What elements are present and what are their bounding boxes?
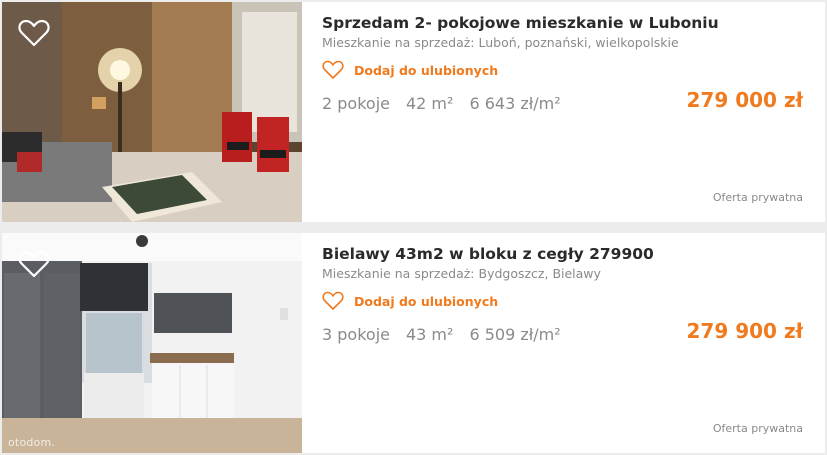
add-to-favorites-button[interactable]: Dodaj do ulubionych (322, 60, 803, 80)
listing-title[interactable]: Bielawy 43m2 w bloku z cegły 279900 (322, 245, 803, 263)
listing-price: 279 900 zł (686, 319, 803, 343)
listing-photo[interactable]: otodom. (2, 233, 302, 453)
listing-photo[interactable] (2, 2, 302, 222)
listing-card[interactable]: otodom. Bielawy 43m2 w bloku z cegły 279… (2, 233, 825, 453)
rooms-count: 2 pokoje (322, 94, 390, 113)
listing-title[interactable]: Sprzedam 2- pokojowe mieszkanie w Luboni… (322, 14, 803, 32)
area-value: 42 m² (405, 94, 454, 113)
area-value: 43 m² (405, 325, 454, 344)
listing-card[interactable]: Sprzedam 2- pokojowe mieszkanie w Luboni… (2, 2, 825, 222)
seller-type: Oferta prywatna (712, 422, 803, 435)
listing-info: Sprzedam 2- pokojowe mieszkanie w Luboni… (302, 2, 825, 222)
heart-icon[interactable] (18, 18, 50, 48)
photo-watermark: otodom. (8, 436, 56, 449)
listing-location: Mieszkanie na sprzedaż: Bydgoszcz, Biela… (322, 266, 601, 281)
heart-icon (322, 291, 344, 310)
listing-price: 279 000 zł (686, 88, 803, 112)
rooms-count: 3 pokoje (322, 325, 390, 344)
seller-type: Oferta prywatna (712, 191, 803, 204)
heart-icon[interactable] (18, 249, 50, 279)
add-to-favorites-label: Dodaj do ulubionych (354, 62, 499, 78)
listing-location: Mieszkanie na sprzedaż: Luboń, poznański… (322, 35, 679, 50)
heart-icon (322, 60, 344, 79)
add-to-favorites-label: Dodaj do ulubionych (354, 293, 499, 309)
add-to-favorites-button[interactable]: Dodaj do ulubionych (322, 291, 803, 311)
listing-info: Bielawy 43m2 w bloku z cegły 279900 Mies… (302, 233, 825, 453)
price-per-m2: 6 509 zł/m² (469, 325, 561, 344)
price-per-m2: 6 643 zł/m² (469, 94, 561, 113)
